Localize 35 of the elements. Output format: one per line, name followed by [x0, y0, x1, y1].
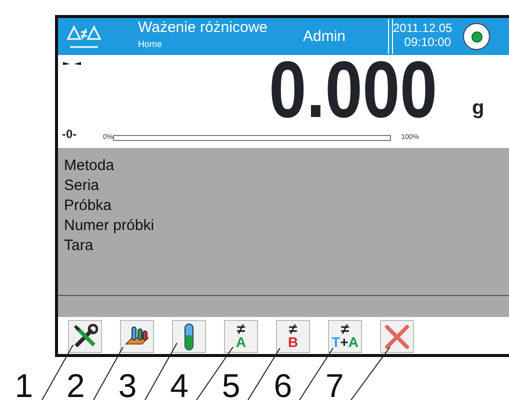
callout-number: 5	[220, 371, 242, 400]
test-tube-icon	[183, 322, 195, 350]
screen-title: Ważenie różnicowe	[138, 19, 268, 36]
crossed-out-icon	[384, 324, 410, 350]
test-tube-button[interactable]	[172, 320, 206, 353]
crossed-button[interactable]	[380, 320, 414, 353]
callout-number: 1	[14, 371, 34, 400]
difference-button[interactable]: ≠ T+A	[328, 320, 362, 353]
info-label: Metoda	[64, 156, 116, 176]
unit-label: g	[472, 96, 484, 120]
breadcrumb: Home	[138, 39, 164, 49]
wrench-screwdriver-icon	[72, 324, 98, 350]
callout-number: 4	[169, 371, 190, 400]
user-name: Admin	[303, 27, 347, 47]
difference-button[interactable]: ≠ A	[224, 320, 258, 353]
date-text: 2011.12.05	[393, 21, 451, 35]
dot-icon	[470, 30, 482, 42]
zero-indicator: -0-	[62, 126, 78, 143]
balance-icon	[66, 24, 102, 50]
info-label: Seria	[64, 176, 100, 196]
tools-button[interactable]	[68, 320, 102, 353]
info-label: Tara	[64, 236, 94, 256]
status-button[interactable]	[463, 23, 490, 50]
time-text: 09:10:00	[403, 35, 451, 49]
database-button[interactable]	[120, 320, 154, 353]
callout-number: 3	[117, 371, 138, 400]
callout-number: 2	[66, 371, 86, 400]
info-label: Numer próbki	[64, 216, 156, 236]
difference-button[interactable]: ≠ B	[276, 320, 310, 353]
leader-line	[350, 346, 390, 400]
info-label: Próbka	[64, 196, 113, 216]
stability-icon	[62, 61, 82, 66]
callout-number: 6	[272, 371, 294, 400]
callout-number: 7	[324, 371, 345, 400]
weight-value: 0.000	[268, 54, 437, 124]
